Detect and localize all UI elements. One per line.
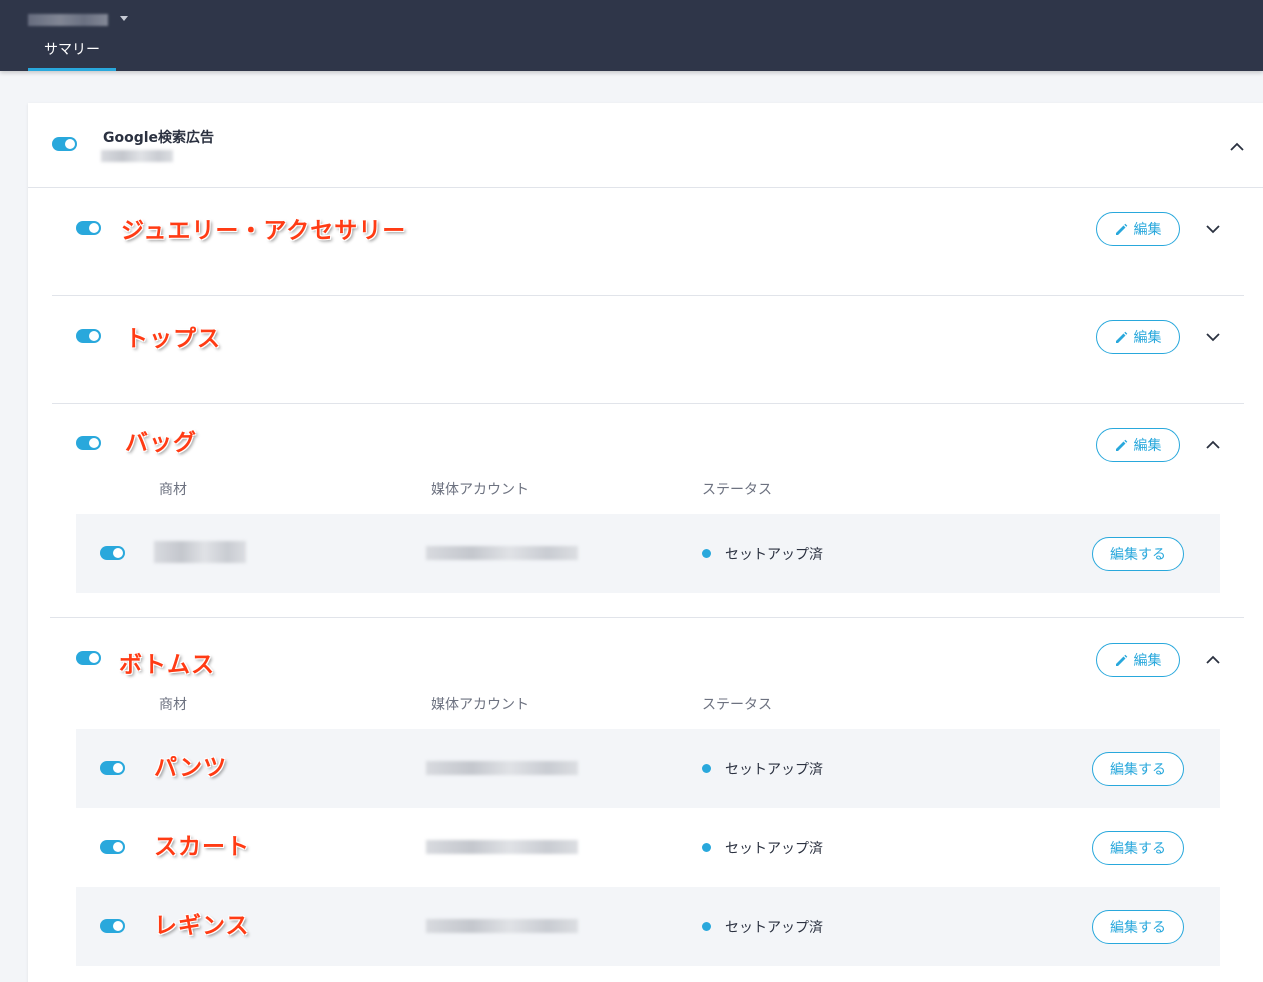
category-name-bottoms: ボトムス [119, 652, 215, 678]
chevron-down-icon[interactable] [1206, 223, 1220, 234]
edit-row-button[interactable]: 編集する [1092, 752, 1184, 786]
caret-down-icon[interactable] [120, 16, 128, 21]
divider [28, 187, 1263, 188]
divider [52, 403, 1244, 404]
chevron-up-icon[interactable] [1230, 141, 1244, 152]
tab-summary-label: サマリー [44, 42, 100, 58]
category-toggle-jewelry[interactable] [76, 221, 101, 235]
table-row: セットアップ済 編集する [76, 514, 1220, 593]
redacted-media-account [426, 761, 578, 775]
group-toggle[interactable] [52, 137, 77, 151]
category-toggle-bag[interactable] [76, 436, 101, 450]
active-tab-indicator [28, 68, 116, 71]
divider [50, 617, 1244, 618]
edit-row-button[interactable]: 編集する [1092, 910, 1184, 944]
redacted-account-name [28, 14, 108, 26]
column-header-status: ステータス [702, 482, 772, 498]
category-name-tops: トップス [125, 326, 221, 352]
product-name-skirt: スカート [154, 834, 250, 860]
chevron-up-icon[interactable] [1206, 654, 1220, 665]
pencil-icon [1115, 654, 1127, 666]
column-header-product: 商材 [159, 482, 187, 498]
pencil-icon [1115, 331, 1127, 343]
row-toggle[interactable] [100, 546, 125, 560]
table-row: パンツ セットアップ済 編集する [76, 729, 1220, 808]
category-toggle-bottoms[interactable] [76, 651, 101, 665]
edit-button-tops[interactable]: 編集 [1096, 320, 1180, 354]
chevron-up-icon[interactable] [1206, 439, 1220, 450]
column-header-account: 媒体アカウント [431, 697, 529, 713]
column-header-product: 商材 [159, 697, 187, 713]
category-toggle-tops[interactable] [76, 329, 101, 343]
edit-button-label: 編集 [1133, 438, 1162, 454]
edit-button-label: 編集 [1133, 330, 1162, 346]
campaign-card: Google検索広告 ジュエリー・アクセサリー 編集 トップス 編集 バッグ 編… [28, 103, 1263, 982]
row-toggle[interactable] [100, 840, 125, 854]
edit-row-button[interactable]: 編集する [1092, 831, 1184, 865]
status-text: セットアップ済 [725, 920, 823, 936]
edit-row-button[interactable]: 編集する [1092, 537, 1184, 571]
divider [52, 295, 1244, 296]
category-name-bag: バッグ [125, 430, 197, 456]
table-row: レギンス セットアップ済 編集する [76, 887, 1220, 966]
edit-button-bag[interactable]: 編集 [1096, 428, 1180, 462]
redacted-media-account [426, 546, 578, 560]
product-name-leggings: レギンス [154, 913, 250, 939]
edit-button-bottoms[interactable]: 編集 [1096, 643, 1180, 677]
status-text: セットアップ済 [725, 841, 823, 857]
redacted-group-subtitle [101, 150, 173, 162]
chevron-down-icon[interactable] [1206, 331, 1220, 342]
redacted-media-account [426, 919, 578, 933]
status-text: セットアップ済 [725, 547, 823, 563]
row-toggle[interactable] [100, 919, 125, 933]
tab-summary[interactable]: サマリー [28, 38, 116, 71]
status-dot [702, 922, 711, 931]
row-toggle[interactable] [100, 761, 125, 775]
redacted-product-name [154, 541, 246, 563]
pencil-icon [1115, 439, 1127, 451]
edit-button-jewelry[interactable]: 編集 [1096, 212, 1180, 246]
top-header: サマリー [0, 0, 1263, 71]
status-text: セットアップ済 [725, 762, 823, 778]
category-name-jewelry: ジュエリー・アクセサリー [121, 218, 407, 244]
status-dot [702, 764, 711, 773]
column-header-status: ステータス [702, 697, 772, 713]
edit-button-label: 編集 [1133, 653, 1162, 669]
column-header-account: 媒体アカウント [431, 482, 529, 498]
group-title: Google検索広告 [103, 130, 215, 146]
status-dot [702, 549, 711, 558]
table-row: スカート セットアップ済 編集する [76, 808, 1220, 887]
pencil-icon [1115, 223, 1127, 235]
edit-button-label: 編集 [1133, 222, 1162, 238]
account-selector[interactable] [28, 12, 108, 28]
product-name-pants: パンツ [154, 755, 228, 781]
status-dot [702, 843, 711, 852]
redacted-media-account [426, 840, 578, 854]
